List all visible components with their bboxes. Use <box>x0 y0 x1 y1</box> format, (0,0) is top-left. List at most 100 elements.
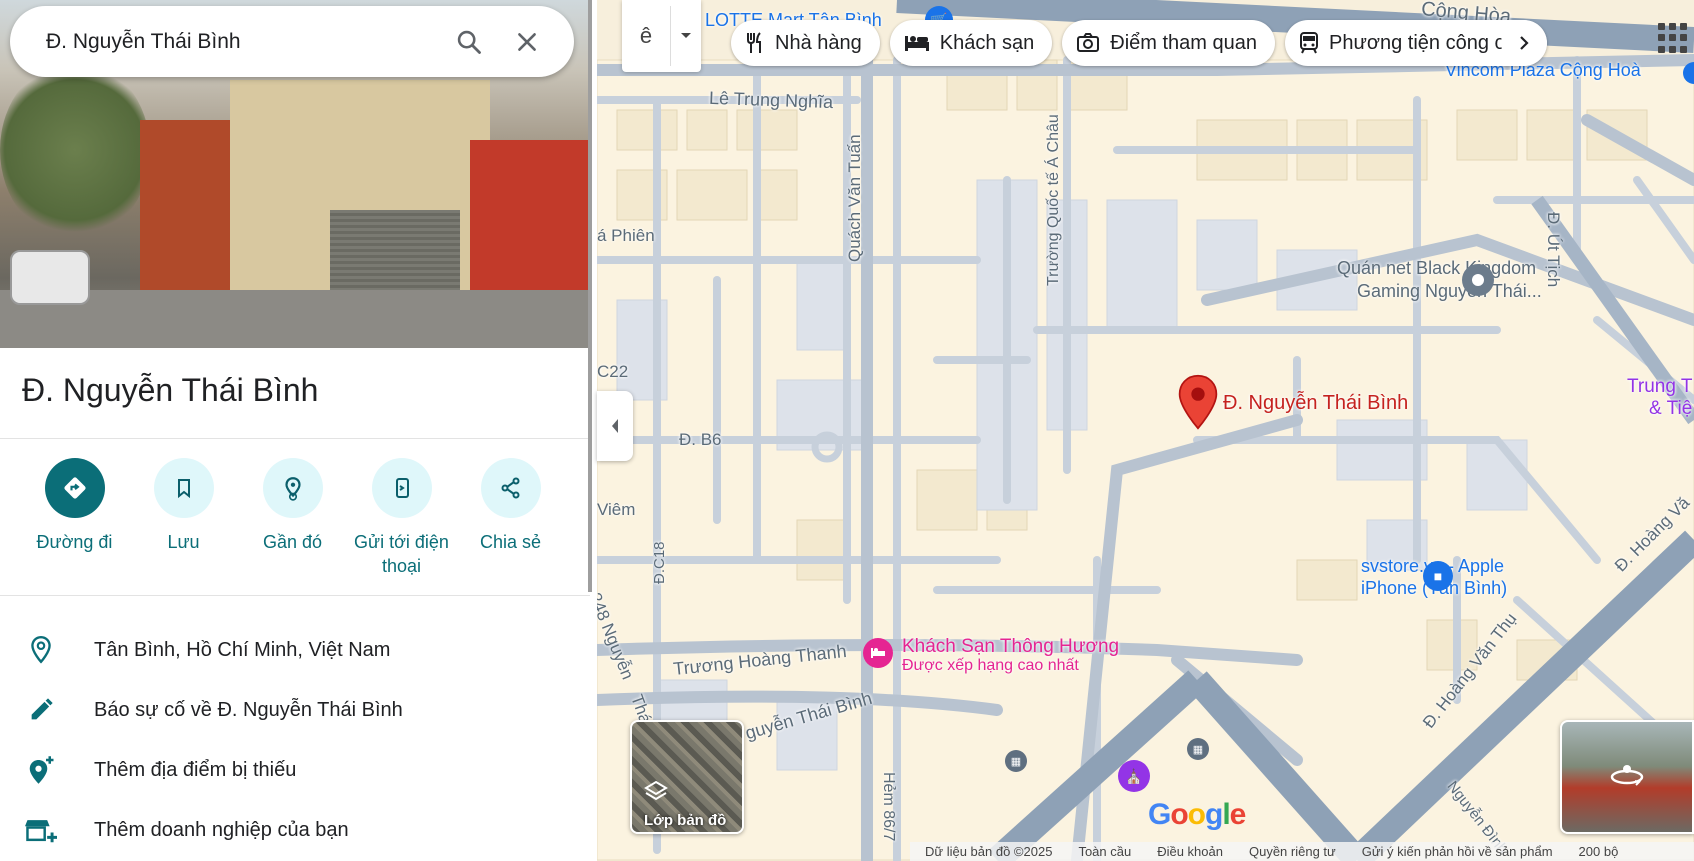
hotel-rating: Được xếp hạng cao nhất <box>902 657 1079 674</box>
nearby-icon <box>262 458 323 518</box>
report-issue-row[interactable]: Báo sự cố về Đ. Nguyễn Thái Bình <box>0 680 590 740</box>
add-business-row[interactable]: Thêm doanh nghiệp của bạn <box>0 800 590 860</box>
shopping-bag-icon[interactable]: ■ <box>1423 561 1453 591</box>
location-pin-marker-icon[interactable] <box>1177 374 1219 435</box>
bus-stop-icon[interactable]: ▦ <box>1187 738 1209 760</box>
save-label: Lưu <box>167 532 200 552</box>
share-button[interactable]: Chia sẻ <box>456 458 565 578</box>
google-logo-letter: o <box>1170 798 1188 831</box>
street-label: Lê Trung Nghĩa <box>708 87 834 113</box>
poi-label[interactable]: Trung T <box>1627 376 1692 398</box>
add-business-icon <box>0 815 94 845</box>
map-footer: Dữ liệu bản đồ ©2025 Toàn cầu Điều khoản… <box>910 842 1694 861</box>
chip-label: Nhà hàng <box>775 31 862 54</box>
send-to-phone-label: Gửi tới điện thoại <box>354 532 449 576</box>
close-icon[interactable] <box>498 13 556 71</box>
street-label: C22 <box>597 362 629 381</box>
chip-label: Khách sạn <box>939 31 1035 54</box>
terms-link[interactable]: Điều khoản <box>1157 844 1223 859</box>
bus-stop-icon[interactable]: ▦ <box>1005 750 1027 772</box>
bookmark-icon <box>153 458 214 518</box>
edit-pencil-icon <box>0 696 94 724</box>
collapse-panel-button[interactable] <box>597 391 633 461</box>
transit-icon <box>1299 32 1319 54</box>
street-view-thumbnail[interactable] <box>1560 720 1694 834</box>
category-chips: Nhà hàng Khách sạn Điểm tham quan Phương… <box>731 20 1548 66</box>
hotel-name[interactable]: Khách Sạn Thông Hương <box>902 636 1119 658</box>
google-logo: Google <box>1148 798 1247 832</box>
report-issue-text: Báo sự cố về Đ. Nguyễn Thái Bình <box>94 698 403 721</box>
hotel-marker-icon[interactable] <box>863 638 893 668</box>
street-label: Viêm <box>597 500 636 519</box>
info-list: Tân Bình, Hồ Chí Minh, Việt Nam Báo sự c… <box>0 620 590 860</box>
action-bar: Đường đi Lưu Gần đó Gửi tới điện thoại C… <box>20 458 570 578</box>
street-label: Đ. Út Tịch <box>1544 212 1563 288</box>
global-link[interactable]: Toàn cầu <box>1078 844 1131 859</box>
input-tools[interactable]: ê <box>622 0 701 72</box>
street-label: Quách Văn Tuấn <box>845 134 864 262</box>
divider <box>0 595 590 596</box>
photo-car <box>10 250 90 305</box>
map-layers-button[interactable]: Lớp bản đồ <box>630 720 744 834</box>
chip-restaurants[interactable]: Nhà hàng <box>731 20 880 66</box>
chevron-right-icon[interactable] <box>1501 20 1548 66</box>
place-title: Đ. Nguyễn Thái Bình <box>22 372 319 408</box>
temple-icon[interactable]: ⛪ <box>1118 760 1150 792</box>
location-pin-icon <box>0 635 94 665</box>
camera-icon <box>1076 33 1100 53</box>
divider <box>0 438 590 439</box>
privacy-link[interactable]: Quyền riêng tư <box>1249 844 1336 859</box>
add-place-icon <box>0 755 94 785</box>
chip-attractions[interactable]: Điểm tham quan <box>1062 20 1276 66</box>
hotel-icon <box>904 34 930 52</box>
chip-hotels[interactable]: Khách sạn <box>889 20 1053 66</box>
add-missing-place-text: Thêm địa điểm bị thiếu <box>94 758 297 781</box>
chip-transit[interactable]: Phương tiện công cộng <box>1285 20 1548 66</box>
input-tool-glyph[interactable]: ê <box>622 23 670 49</box>
save-button[interactable]: Lưu <box>129 458 238 578</box>
apps-grid-icon[interactable] <box>1655 20 1691 56</box>
send-to-phone-icon <box>371 458 432 518</box>
google-logo-letter: g <box>1205 798 1223 831</box>
share-icon <box>480 458 541 518</box>
directions-button[interactable]: Đường đi <box>20 458 129 578</box>
google-logo-letter: l <box>1222 798 1230 831</box>
address-row[interactable]: Tân Bình, Hồ Chí Minh, Việt Nam <box>0 620 590 680</box>
poi-label[interactable]: & Tiệ <box>1649 398 1692 420</box>
rotate-360-icon <box>1609 763 1645 792</box>
google-logo-letter: o <box>1187 798 1206 831</box>
google-logo-letter: e <box>1229 798 1247 831</box>
send-to-phone-button[interactable]: Gửi tới điện thoại <box>347 458 456 578</box>
street-label: Trường Quốc tế Á Châu <box>1045 114 1062 286</box>
panel-scrollbar[interactable] <box>588 0 592 592</box>
directions-label: Đường đi <box>36 532 113 552</box>
search-input[interactable]: Đ. Nguyễn Thái Bình <box>46 30 440 54</box>
map-canvas[interactable]: Cộng Hòa LOTTE Mart Tân Bình Lê Trung Ng… <box>597 0 1694 861</box>
place-panel: Đ. Nguyễn Thái Bình Đ. Nguyễn Thái Bình … <box>0 0 592 861</box>
directions-icon <box>44 458 105 518</box>
map-data-credit[interactable]: Dữ liệu bản đồ ©2025 <box>925 844 1052 859</box>
chevron-down-icon[interactable] <box>671 32 701 40</box>
chip-label: Điểm tham quan <box>1110 31 1258 54</box>
share-label: Chia sẻ <box>479 532 542 552</box>
street-label: Đ. B6 <box>679 430 722 449</box>
scale-label[interactable]: 200 bộ <box>1579 844 1619 859</box>
pin-label: Đ. Nguyễn Thái Bình <box>1223 392 1409 414</box>
poi-marker-icon[interactable] <box>1462 264 1494 296</box>
google-logo-letter: G <box>1148 798 1171 831</box>
layers-label: Lớp bản đồ <box>644 812 727 829</box>
feedback-link[interactable]: Gửi ý kiến phản hồi về sản phẩm <box>1362 844 1553 859</box>
nearby-label: Gần đó <box>262 532 323 552</box>
address-text: Tân Bình, Hồ Chí Minh, Việt Nam <box>94 638 391 661</box>
layers-icon <box>644 780 726 808</box>
street-label: Đ.C18 <box>651 541 668 584</box>
restaurant-icon <box>745 32 765 54</box>
photo-tree <box>0 60 150 240</box>
poi-label[interactable]: Gaming Nguyễn Thái... <box>1357 281 1542 302</box>
poi-label[interactable]: Quán net Black Kingdom <box>1337 258 1536 279</box>
nearby-button[interactable]: Gần đó <box>238 458 347 578</box>
search-icon[interactable] <box>440 13 498 71</box>
add-missing-place-row[interactable]: Thêm địa điểm bị thiếu <box>0 740 590 800</box>
search-box[interactable]: Đ. Nguyễn Thái Bình <box>10 6 574 77</box>
street-label: Hẻm 86/7 <box>880 772 897 842</box>
